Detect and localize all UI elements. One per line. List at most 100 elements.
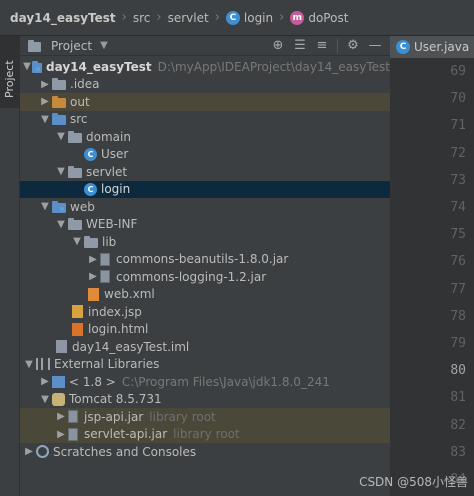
project-view-selector[interactable]: Project xyxy=(51,39,92,53)
line-number: 81 xyxy=(450,390,466,406)
tree-item-label: out xyxy=(70,94,90,109)
breadcrumb-login[interactable]: C login xyxy=(225,10,273,25)
tree-item-web-xml[interactable]: web.xml xyxy=(20,286,390,304)
folder-icon xyxy=(52,78,66,91)
tree-item-web-inf[interactable]: ▼ WEB-INF xyxy=(20,216,390,234)
chevron-right-icon[interactable]: ▶ xyxy=(38,376,52,387)
html-file-icon xyxy=(72,322,83,336)
chevron-down-icon[interactable]: ▼ xyxy=(100,40,108,51)
tree-item-label: day14_easyTest xyxy=(46,59,152,74)
project-panel: Project ▼ ⊕ ☰ ≡ ⚙ — ▼ day14_easyTest D:\… xyxy=(20,36,390,496)
module-folder-icon xyxy=(32,60,42,73)
editor-tab-user-java[interactable]: C User.java xyxy=(390,36,474,58)
gear-icon[interactable]: ⚙ xyxy=(344,37,362,55)
chevron-down-icon[interactable]: ▼ xyxy=(22,359,36,370)
editor-gutter[interactable]: 69 70 71 72 73 74 75 76 77 78 79 80 81 82 83 84 xyxy=(390,58,474,496)
xml-file-icon xyxy=(88,287,99,301)
chevron-down-icon[interactable]: ▼ xyxy=(54,219,68,230)
chevron-down-icon[interactable]: ▼ xyxy=(54,131,68,142)
chevron-down-icon[interactable]: ▼ xyxy=(38,114,52,125)
tree-item-label: day14_easyTest.iml xyxy=(72,339,190,354)
class-icon: C xyxy=(84,147,97,161)
project-panel-header: Project ▼ ⊕ ☰ ≡ ⚙ — xyxy=(20,36,390,56)
breadcrumb-src[interactable]: src xyxy=(133,11,151,25)
chevron-down-icon[interactable]: ▼ xyxy=(22,61,32,72)
breadcrumb-servlet[interactable]: servlet xyxy=(168,11,209,25)
package-icon xyxy=(68,130,82,143)
tree-item-lib[interactable]: ▼ lib xyxy=(20,233,390,251)
chevron-right-icon[interactable]: ▶ xyxy=(38,96,52,107)
tree-item-scratches[interactable]: ▶ Scratches and Consoles xyxy=(20,443,390,461)
tree-item-label: login.html xyxy=(88,322,149,337)
locate-icon[interactable]: ⊕ xyxy=(269,37,287,55)
tree-item-jdk[interactable]: ▶ < 1.8 > C:\Program Files\Java\jdk1.8.0… xyxy=(20,373,390,391)
tree-item-label: web xyxy=(70,199,95,214)
chevron-right-icon: › xyxy=(279,10,285,25)
chevron-down-icon[interactable]: ▼ xyxy=(38,394,52,405)
excluded-folder-icon xyxy=(52,95,66,108)
project-tool-tab[interactable]: Project xyxy=(0,36,20,108)
chevron-down-icon[interactable]: ▼ xyxy=(38,201,52,212)
tree-item-out[interactable]: ▶ out xyxy=(20,93,390,111)
tree-item-label: jsp-api.jar xyxy=(84,409,144,424)
tree-item-servlet-api-jar[interactable]: ▶ servlet-api.jar library root xyxy=(20,425,390,443)
chevron-right-icon[interactable]: ▶ xyxy=(86,254,100,265)
tree-item-idea[interactable]: ▶ .idea xyxy=(20,76,390,94)
folder-icon xyxy=(84,235,98,248)
breadcrumb-dopost-label: doPost xyxy=(308,10,349,25)
line-number: 83 xyxy=(450,444,466,460)
tree-item-label: commons-logging-1.2.jar xyxy=(116,269,267,284)
collapse-all-icon[interactable]: ≡ xyxy=(313,37,331,55)
tree-item-index-jsp[interactable]: index.jsp xyxy=(20,303,390,321)
tree-item-label: login xyxy=(101,182,131,197)
tree-item-user[interactable]: C User xyxy=(20,146,390,164)
tree-item-src[interactable]: ▼ src xyxy=(20,111,390,129)
chevron-down-icon[interactable]: ▼ xyxy=(54,166,68,177)
jdk-icon xyxy=(52,375,65,388)
chevron-right-icon[interactable]: ▶ xyxy=(54,429,68,440)
tree-item-jsp-api-jar[interactable]: ▶ jsp-api.jar library root xyxy=(20,408,390,426)
toolbar-divider xyxy=(337,39,338,53)
chevron-right-icon: › xyxy=(214,10,220,25)
jsp-file-icon xyxy=(72,305,83,319)
chevron-down-icon[interactable]: ▼ xyxy=(70,236,84,247)
jar-icon xyxy=(100,270,110,284)
tree-item-label: servlet xyxy=(86,164,128,179)
line-number: 82 xyxy=(450,417,466,433)
line-number: 77 xyxy=(450,281,466,297)
library-root-note: library root xyxy=(173,427,240,442)
chevron-right-icon[interactable]: ▶ xyxy=(38,79,52,90)
minimize-icon[interactable]: — xyxy=(366,37,384,55)
chevron-right-icon[interactable]: ▶ xyxy=(22,446,36,457)
tree-item-login-html[interactable]: login.html xyxy=(20,321,390,339)
jar-icon xyxy=(100,252,110,266)
breadcrumb-project[interactable]: day14_easyTest xyxy=(10,11,116,25)
line-number: 76 xyxy=(450,254,466,270)
tree-item-servlet[interactable]: ▼ servlet xyxy=(20,163,390,181)
tree-item-iml[interactable]: day14_easyTest.iml xyxy=(20,338,390,356)
line-number: 71 xyxy=(450,118,466,134)
tree-item-logging-jar[interactable]: ▶ commons-logging-1.2.jar xyxy=(20,268,390,286)
tree-item-domain[interactable]: ▼ domain xyxy=(20,128,390,146)
tree-item-web[interactable]: ▼ web xyxy=(20,198,390,216)
folder-icon xyxy=(68,218,82,231)
tree-item-label: servlet-api.jar xyxy=(84,427,168,442)
class-icon: C xyxy=(396,40,410,54)
web-folder-icon xyxy=(52,200,66,213)
breadcrumb: day14_easyTest › src › servlet › C login… xyxy=(0,0,474,36)
jar-icon xyxy=(68,427,78,441)
tree-item-path: C:\Program Files\Java\jdk1.8.0_241 xyxy=(121,374,330,389)
editor-tab-label: User.java xyxy=(414,40,470,54)
tree-item-beanutils-jar[interactable]: ▶ commons-beanutils-1.8.0.jar xyxy=(20,251,390,269)
tree-item-tomcat[interactable]: ▼ Tomcat 8.5.731 xyxy=(20,391,390,409)
tree-item-login-class[interactable]: C login xyxy=(20,180,390,198)
class-icon: C xyxy=(225,10,240,25)
tree-item-project-root[interactable]: ▼ day14_easyTest D:\myApp\IDEAProject\da… xyxy=(20,58,390,76)
breadcrumb-dopost[interactable]: m doPost xyxy=(290,10,349,25)
tree-item-external-libraries[interactable]: ▼ External Libraries xyxy=(20,356,390,374)
tree-item-label: .idea xyxy=(70,77,100,92)
chevron-right-icon[interactable]: ▶ xyxy=(86,271,100,282)
chevron-right-icon[interactable]: ▶ xyxy=(54,411,68,422)
tree-item-label: Tomcat 8.5.731 xyxy=(69,392,162,407)
expand-all-icon[interactable]: ☰ xyxy=(291,37,309,55)
